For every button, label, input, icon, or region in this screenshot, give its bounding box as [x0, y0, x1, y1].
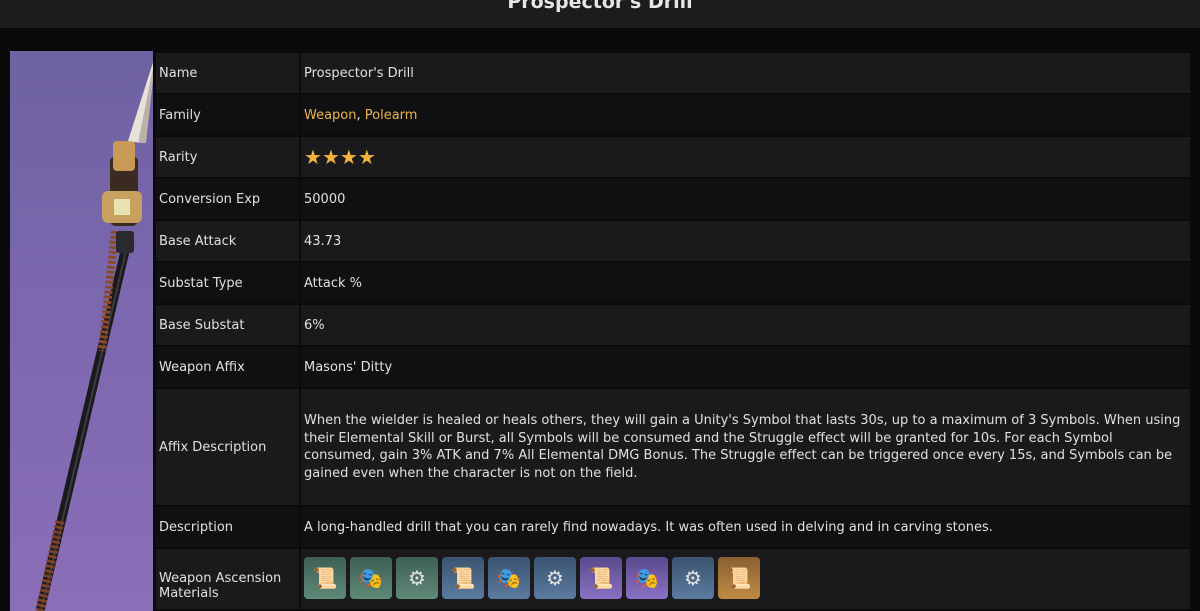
page-title: Prospector's Drill: [507, 0, 693, 13]
table-row: Description A long-handled drill that yo…: [156, 507, 1190, 547]
row-value: 50000: [301, 179, 1190, 219]
family-link-weapon[interactable]: Weapon: [304, 108, 357, 123]
row-label: Base Attack: [156, 221, 299, 261]
row-label: Rarity: [156, 137, 299, 177]
table-row: Weapon Affix Masons' Ditty: [156, 347, 1190, 387]
materials-list: 📜 🎭 ⚙ 📜 🎭 ⚙ 📜 🎭 ⚙ 📜: [304, 549, 1187, 599]
rarity-stars: ★★★★: [301, 137, 1190, 177]
ascension-materials: 📜 🎭 ⚙ 📜 🎭 ⚙ 📜 🎭 ⚙ 📜: [301, 549, 1190, 609]
row-label: Conversion Exp: [156, 179, 299, 219]
row-label: Substat Type: [156, 263, 299, 303]
weapon-image: [10, 51, 153, 611]
row-value: Attack %: [301, 263, 1190, 303]
scroll-icon[interactable]: 📜: [580, 557, 622, 599]
row-label: Name: [156, 53, 299, 93]
star-icon: ★: [357, 144, 376, 169]
table-row: Weapon Ascension Materials 📜 🎭 ⚙ 📜 🎭 ⚙ 📜 🎭 ⚙ 📜: [156, 549, 1190, 609]
row-label: Weapon Ascension Materials: [156, 549, 299, 609]
family-link-polearm[interactable]: Polearm: [365, 108, 418, 123]
star-icon: ★: [321, 144, 340, 169]
star-icon: ★: [339, 144, 358, 169]
table-row: Substat Type Attack %: [156, 263, 1190, 303]
table-row: Affix Description When the wielder is he…: [156, 389, 1190, 505]
row-label: Description: [156, 507, 299, 547]
gear-icon[interactable]: ⚙: [672, 557, 714, 599]
row-label: Weapon Affix: [156, 347, 299, 387]
family-value: Weapon, Polearm: [301, 95, 1190, 135]
mask-icon[interactable]: 🎭: [350, 557, 392, 599]
row-value: 43.73: [301, 221, 1190, 261]
row-label: Base Substat: [156, 305, 299, 345]
row-value: 6%: [301, 305, 1190, 345]
row-label: Affix Description: [156, 389, 299, 505]
row-label: Family: [156, 95, 299, 135]
table-row: Rarity ★★★★: [156, 137, 1190, 177]
table-row: Conversion Exp 50000: [156, 179, 1190, 219]
mask-icon[interactable]: 🎭: [488, 557, 530, 599]
family-separator: ,: [356, 107, 365, 123]
title-bar: Prospector's Drill: [0, 0, 1200, 28]
star-icon: ★: [304, 144, 322, 169]
description-text: A long-handled drill that you can rarely…: [301, 507, 1190, 547]
row-value: Masons' Ditty: [301, 347, 1190, 387]
scroll-icon[interactable]: 📜: [304, 557, 346, 599]
mask-icon[interactable]: 🎭: [626, 557, 668, 599]
table-row: Base Substat 6%: [156, 305, 1190, 345]
table-row: Family Weapon, Polearm: [156, 95, 1190, 135]
weapon-info-table: Name Prospector's Drill Family Weapon, P…: [154, 51, 1192, 611]
scroll-icon[interactable]: 📜: [442, 557, 484, 599]
table-row: Name Prospector's Drill: [156, 53, 1190, 93]
gear-icon[interactable]: ⚙: [396, 557, 438, 599]
gear-icon[interactable]: ⚙: [534, 557, 576, 599]
polearm-icon: [35, 62, 153, 611]
table-row: Base Attack 43.73: [156, 221, 1190, 261]
row-value: Prospector's Drill: [301, 53, 1190, 93]
affix-description: When the wielder is healed or heals othe…: [301, 389, 1190, 505]
scroll-icon[interactable]: 📜: [718, 557, 760, 599]
